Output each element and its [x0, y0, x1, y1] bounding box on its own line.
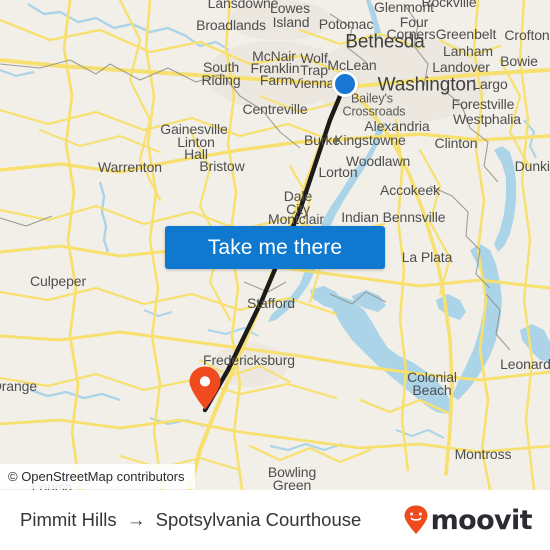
destination-pin-icon[interactable] — [188, 366, 222, 410]
take-me-there-button[interactable]: Take me there — [165, 226, 385, 269]
route-destination-label: Spotsylvania Courthouse — [155, 509, 362, 530]
footer-bar: Pimmit Hills → Spotsylvania Courthouse m… — [0, 490, 550, 550]
moovit-wordmark: moovit — [430, 504, 533, 536]
osm-attribution[interactable]: © OpenStreetMap contributors — [0, 464, 195, 489]
route-origin-label: Pimmit Hills — [20, 509, 117, 530]
origin-marker[interactable] — [332, 71, 358, 97]
moovit-map-page: Lansdowne Broadlands Lowes Island Potomac Gle… — [0, 0, 550, 550]
osm-attribution-text: © OpenStreetMap contributors — [8, 469, 185, 484]
moovit-logo[interactable]: moovit — [403, 504, 533, 536]
route-summary: Pimmit Hills → Spotsylvania Courthouse — [20, 509, 361, 531]
arrow-right-icon: → — [126, 509, 146, 531]
moovit-pin-icon — [404, 505, 428, 534]
